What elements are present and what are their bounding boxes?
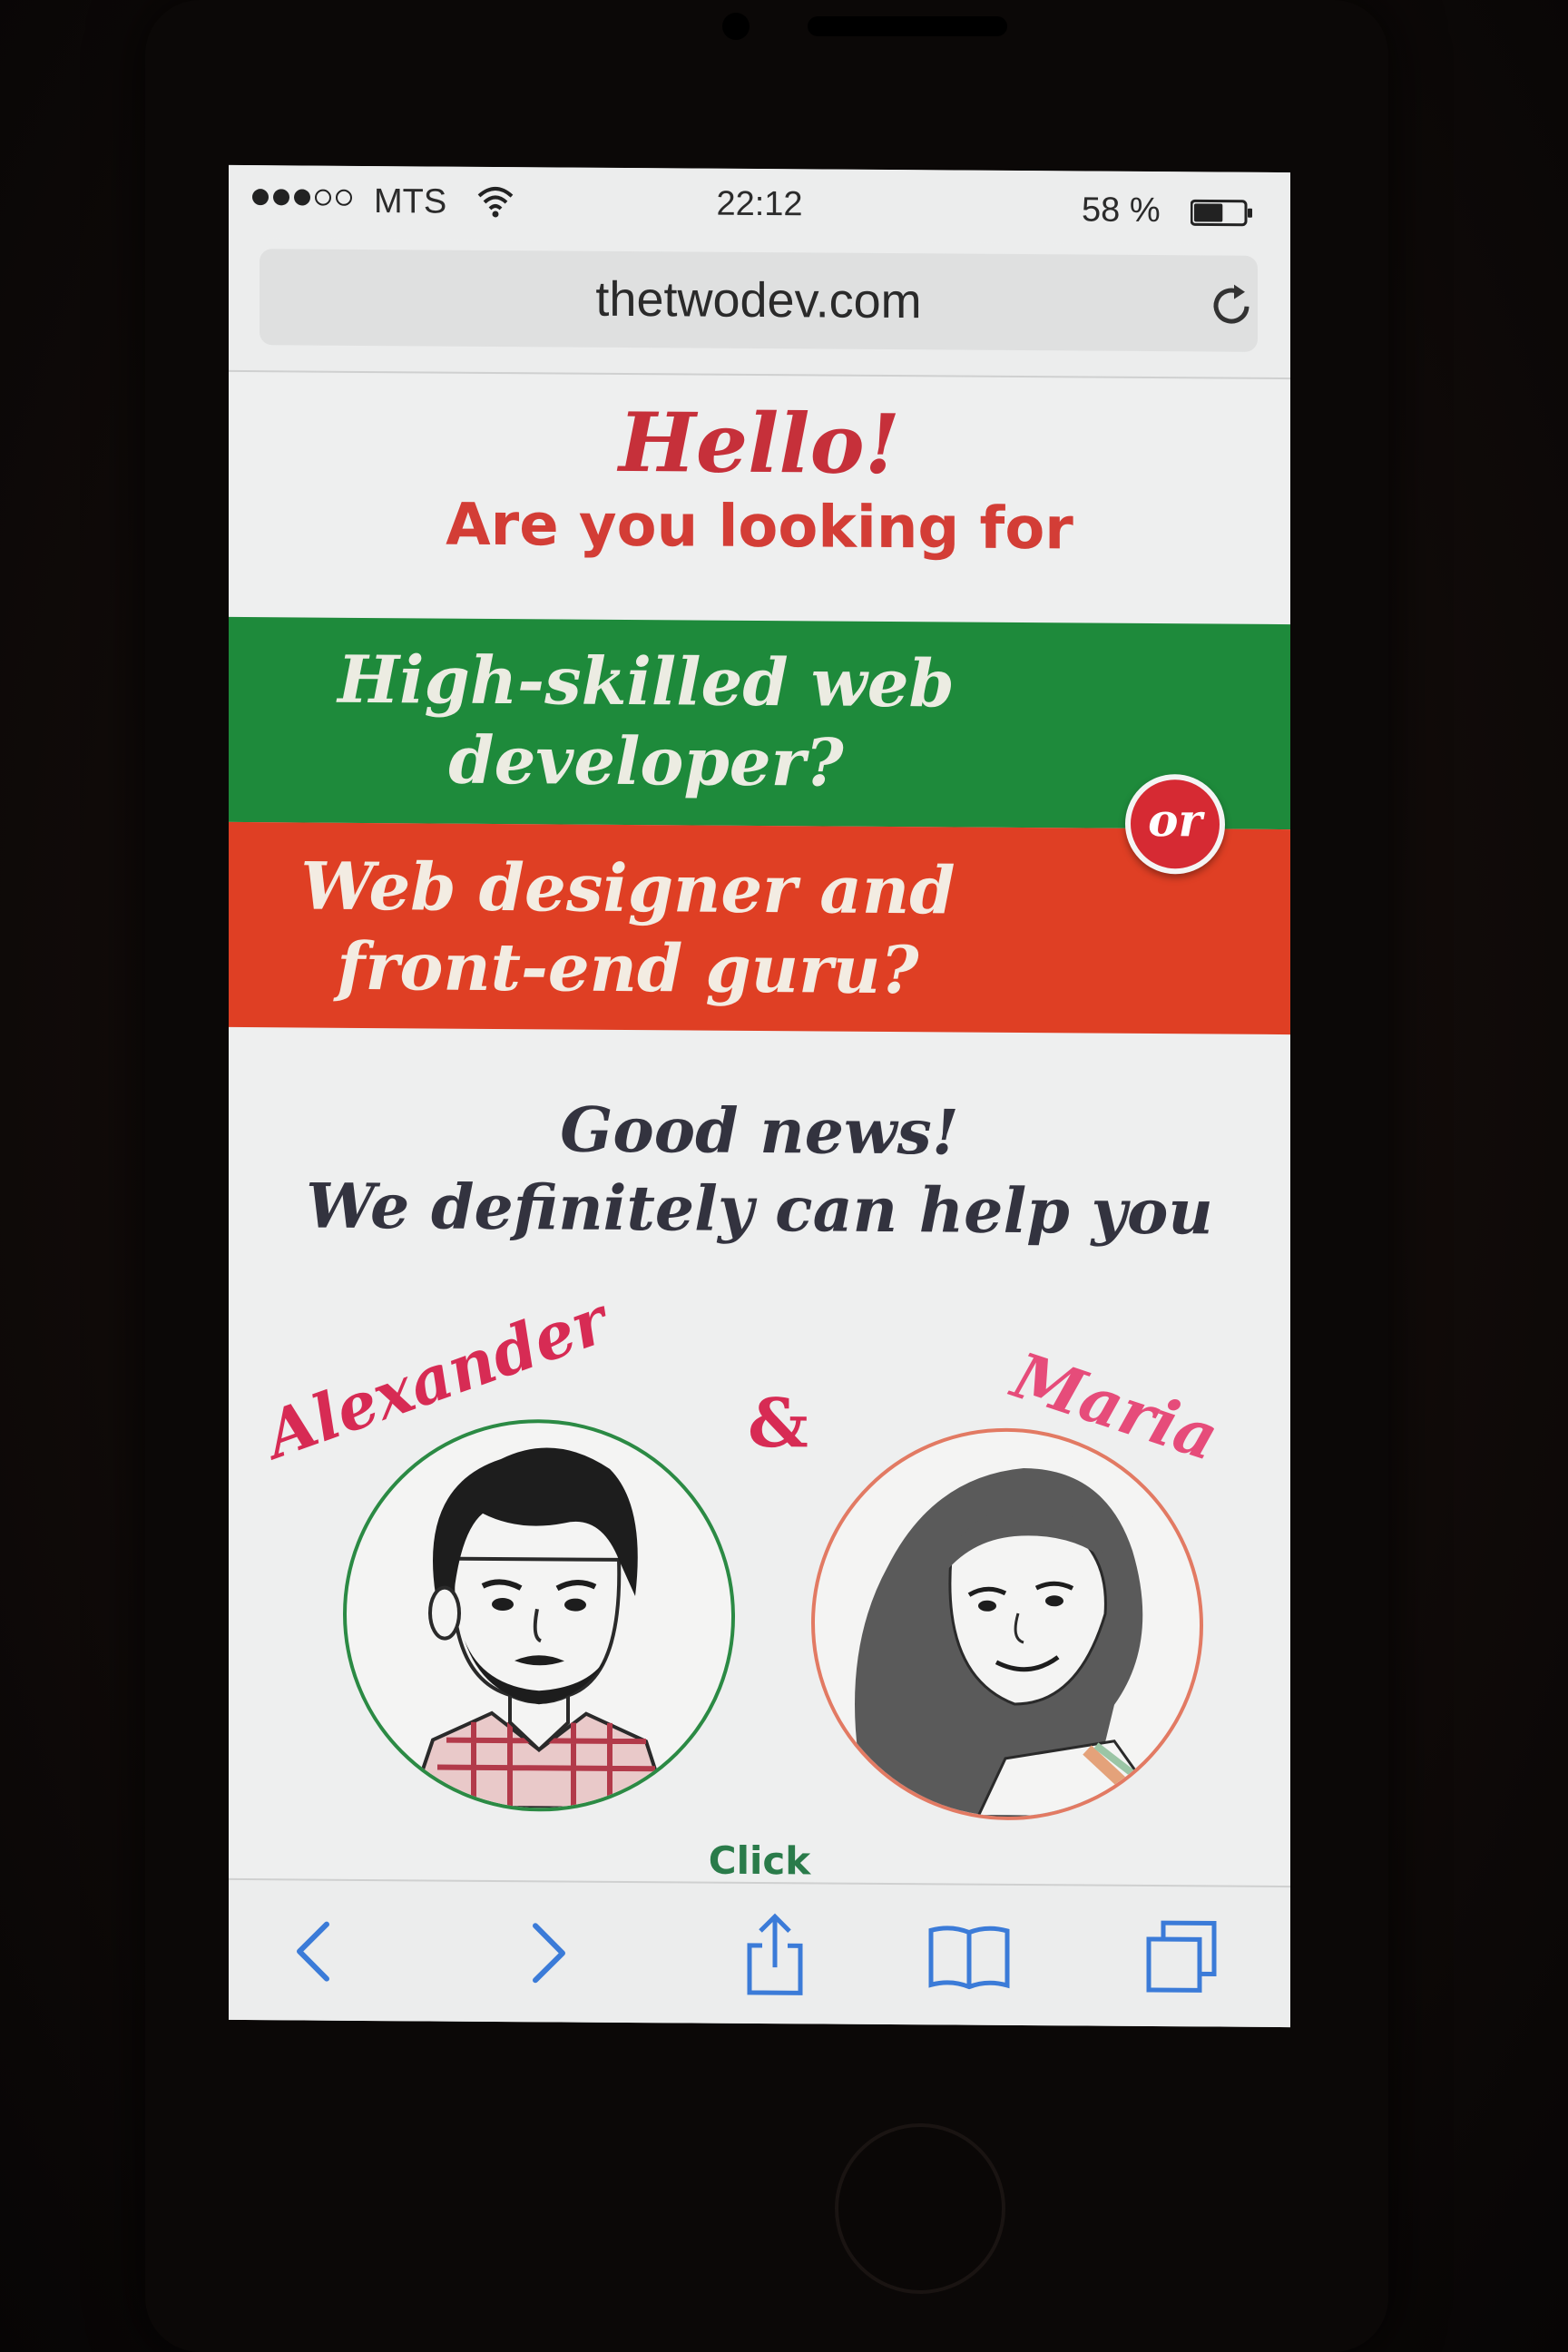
developer-option-text[interactable]: High-skilled web developer? (301, 639, 991, 803)
reload-icon[interactable] (1207, 279, 1258, 329)
subheading: Are you looking for (446, 491, 1073, 564)
url-text[interactable]: thetwodev.com (260, 269, 1258, 332)
designer-option-banner[interactable]: Web designer and front-end guru? (229, 821, 1290, 1035)
designer-option-text[interactable]: Web designer and front-end guru? (256, 846, 1000, 1011)
or-badge: or (1125, 773, 1225, 875)
front-camera (722, 13, 750, 40)
home-button[interactable] (835, 2123, 1005, 2294)
developer-option-banner[interactable]: High-skilled web developer? (229, 616, 1290, 830)
phone-screen: MTS 22:12 58 % thetwodev.com Hello! Are … (229, 164, 1290, 2028)
alexander-portrait[interactable] (343, 1417, 735, 1813)
ampersand: & (748, 1384, 808, 1464)
earpiece-speaker (808, 16, 1007, 36)
photo-background: MTS 22:12 58 % thetwodev.com Hello! Are … (0, 0, 1568, 2352)
good-news-line-2: We definitely can help you (306, 1170, 1213, 1250)
book-icon[interactable] (924, 1910, 1014, 2002)
browser-toolbar (229, 1877, 1290, 2028)
battery-percentage: 58 % (1082, 191, 1161, 230)
battery-fill (1194, 203, 1223, 222)
share-icon[interactable] (730, 1909, 820, 2001)
chevron-right-icon[interactable] (501, 1907, 592, 1999)
url-field[interactable]: thetwodev.com (260, 249, 1258, 352)
hello-heading: Hello! (618, 394, 901, 494)
chevron-left-icon[interactable] (270, 1906, 361, 1997)
status-bar: MTS 22:12 58 % (229, 164, 1290, 246)
good-news-text: Good news! We definitely can help you (229, 1089, 1290, 1252)
woman-portrait-illustration (855, 1468, 1176, 1822)
good-news-line-1: Good news! (560, 1093, 959, 1170)
battery-icon (1191, 199, 1252, 227)
man-portrait-illustration (407, 1447, 671, 1811)
maria-portrait[interactable] (811, 1426, 1203, 1822)
browser-address-bar: thetwodev.com (229, 237, 1290, 380)
tabs-icon[interactable] (1136, 1912, 1227, 2004)
